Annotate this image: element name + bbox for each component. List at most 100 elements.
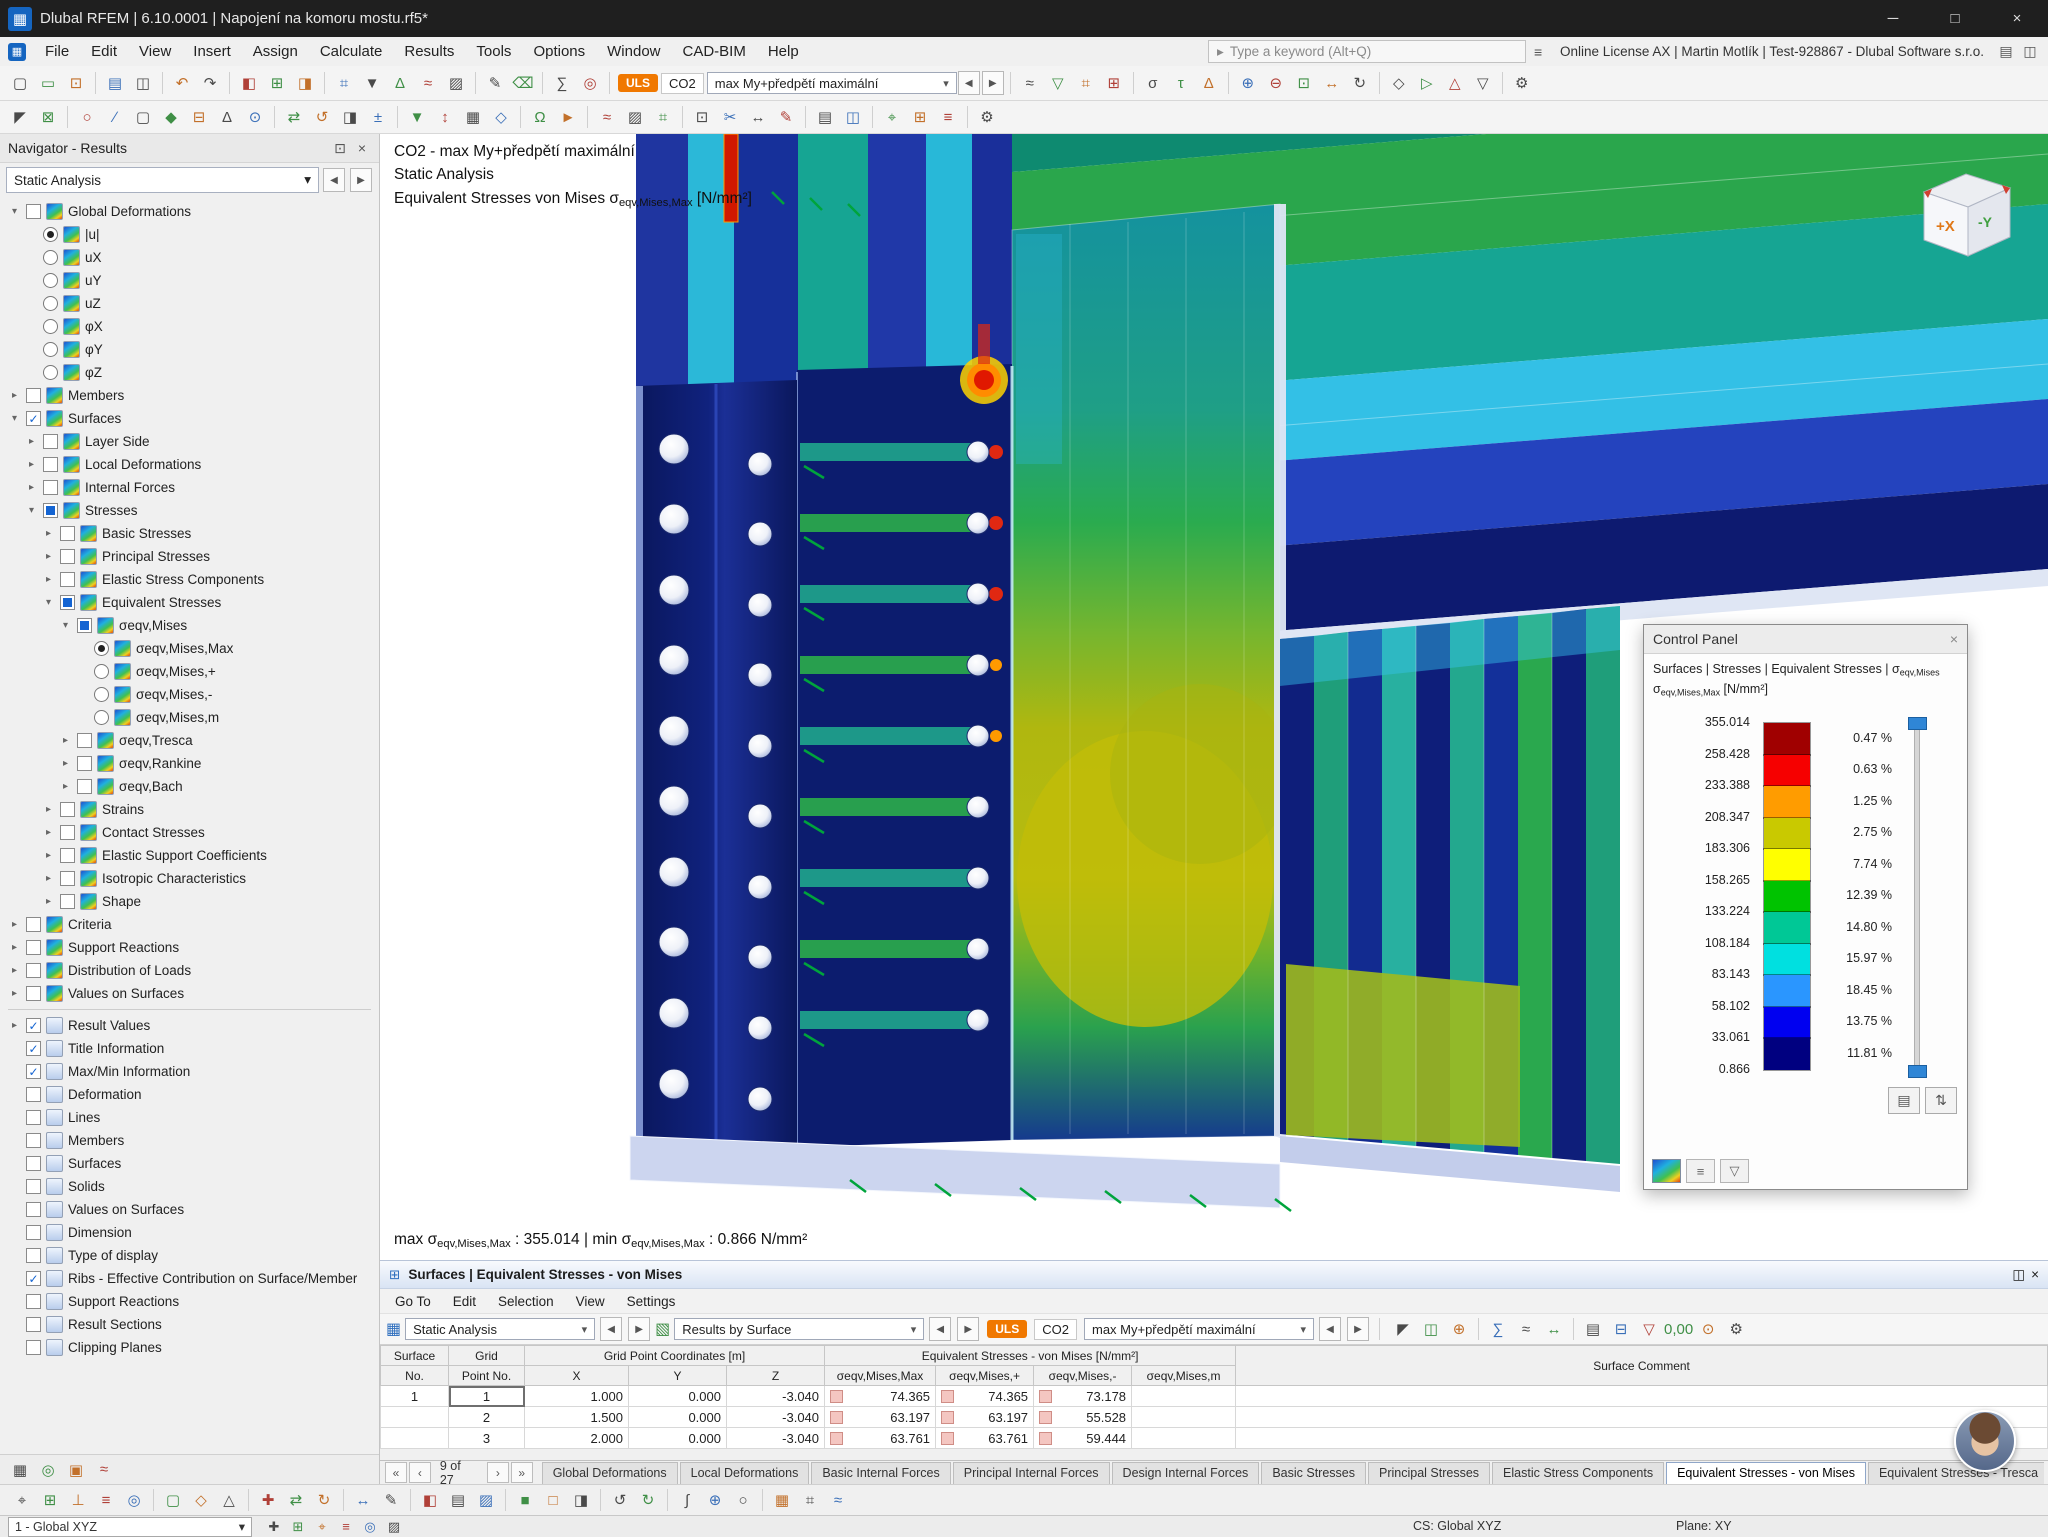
mesh-display[interactable]: ⌗ [797,1487,823,1513]
show-results-toggle[interactable]: ≈ [594,104,620,130]
cell-z[interactable]: -3.040 [727,1428,825,1449]
show-diagram[interactable]: ≈ [1513,1316,1539,1342]
col-surface[interactable]: Surface [381,1346,449,1366]
table-analysis-combobox[interactable]: Static Analysis▾ [405,1318,595,1340]
show-sums[interactable]: ∑ [1485,1316,1511,1342]
close-icon[interactable]: × [1950,631,1958,647]
result-tab-basic-stresses[interactable]: Basic Stresses [1261,1462,1366,1484]
show-results[interactable]: ≈ [1017,70,1043,96]
table-row[interactable]: 32.0000.000-3.04063.76163.76159.444 [381,1428,2048,1449]
expander-icon[interactable]: ▸ [59,735,72,746]
workplane-yz[interactable]: △ [216,1487,242,1513]
menubar-item-window[interactable]: Window [596,37,671,66]
tables-view[interactable]: ▤ [812,104,838,130]
rotate-object[interactable]: ↺ [309,104,335,130]
col-y[interactable]: Y [629,1366,727,1386]
edit-properties[interactable]: ✎ [482,70,508,96]
surface-load[interactable]: ▦ [460,104,486,130]
statusbar-origin[interactable]: ✚ [263,1517,285,1537]
result-tab-local-deformations[interactable]: Local Deformations [680,1462,810,1484]
prev-analysis-button[interactable]: ◀ [323,168,345,192]
expander-icon[interactable]: ▸ [8,1020,21,1031]
menubar-item-cad-bim[interactable]: CAD-BIM [672,37,757,66]
view-in-y[interactable]: △ [1442,70,1468,96]
tree-item[interactable]: φY [0,338,379,361]
menubar-item-results[interactable]: Results [393,37,465,66]
cell-y[interactable]: 0.000 [629,1407,727,1428]
mirror-object[interactable]: ◨ [337,104,363,130]
radio-button[interactable] [43,365,58,380]
table-menu-selection[interactable]: Selection [487,1294,565,1309]
cell-x[interactable]: 2.000 [525,1428,629,1449]
prev-mode-button[interactable]: ◀ [929,1317,951,1341]
view-redo[interactable]: ↻ [635,1487,661,1513]
table-menu-go-to[interactable]: Go To [384,1294,442,1309]
col-comment[interactable]: Surface Comment [1236,1346,2048,1386]
checkbox[interactable] [26,204,41,219]
print-graphic[interactable]: ▤ [102,70,128,96]
checkbox[interactable] [60,848,75,863]
view-in-z[interactable]: ▽ [1470,70,1496,96]
tree-item[interactable]: ▸Values on Surfaces [0,982,379,1005]
expander-icon[interactable]: ▸ [8,390,21,401]
info[interactable]: ○ [730,1487,756,1513]
tree-item[interactable]: ▾σeqv,Mises [0,614,379,637]
table-panel-titlebar[interactable]: ⊞ Surfaces | Equivalent Stresses - von M… [380,1261,2048,1289]
expander-icon[interactable]: ▸ [25,436,38,447]
ortho-toggle[interactable]: ⊥ [65,1487,91,1513]
tree-item[interactable]: φX [0,315,379,338]
cell-sminus[interactable]: 55.528 [1034,1407,1132,1428]
checkbox[interactable] [26,1110,41,1125]
checkbox[interactable] [26,1179,41,1194]
cell-z[interactable]: -3.040 [727,1386,825,1407]
result-tab-equivalent-stresses-von-mises[interactable]: Equivalent Stresses - von Mises [1666,1462,1866,1484]
object-snap-toggle[interactable]: ◎ [121,1487,147,1513]
save-model[interactable]: ⊡ [63,70,89,96]
cell-smax[interactable]: 63.761 [825,1428,936,1449]
col-surface-no[interactable]: No. [381,1366,449,1386]
next-analysis-button[interactable]: ▶ [628,1317,650,1341]
member-load[interactable]: ↕ [432,104,458,130]
dock-icon[interactable]: ◫ [2012,1267,2025,1283]
prev-combination-button[interactable]: ◀ [958,71,980,95]
table-menu-settings[interactable]: Settings [616,1294,687,1309]
checkbox[interactable] [60,572,75,587]
menubar-item-edit[interactable]: Edit [80,37,128,66]
nodal-load[interactable]: ▼ [404,104,430,130]
line-tool[interactable]: ∕ [102,104,128,130]
next-combination-button[interactable]: ▶ [982,71,1004,95]
minimize-button[interactable]: ─ [1862,0,1924,37]
grid-toggle[interactable]: ⊞ [37,1487,63,1513]
tree-item[interactable]: Support Reactions [0,1290,379,1313]
col-sm[interactable]: σeqv,Mises,m [1132,1366,1236,1386]
new-model[interactable]: ▢ [7,70,33,96]
supports-display-toggle[interactable]: Δ [387,70,413,96]
expander-icon[interactable]: ▸ [42,551,55,562]
scale-slider-track[interactable] [1914,723,1920,1072]
menubar-item-assign[interactable]: Assign [242,37,309,66]
cell-surface-no[interactable]: 1 [381,1386,449,1407]
render-shaded[interactable]: ◨ [568,1487,594,1513]
cell-point-no[interactable]: 1 [449,1386,525,1407]
checkbox[interactable] [77,779,92,794]
cell-y[interactable]: 0.000 [629,1428,727,1449]
tree-item[interactable]: ▸Strains [0,798,379,821]
delete-results[interactable]: ⌫ [510,70,536,96]
checkbox[interactable] [26,917,41,932]
tree-item[interactable]: ▾Global Deformations [0,200,379,223]
snap-toggle[interactable]: ⌖ [9,1487,35,1513]
tree-item[interactable]: Members [0,1129,379,1152]
statusbar-snap[interactable]: ⌖ [311,1517,333,1537]
checkbox[interactable] [26,1340,41,1355]
col-splus[interactable]: σeqv,Mises,+ [936,1366,1034,1386]
tree-item[interactable]: uY [0,269,379,292]
loads-display-toggle[interactable]: ▼ [359,70,385,96]
visibility-panel[interactable]: ◧ [417,1487,443,1513]
col-coordinates-group[interactable]: Grid Point Coordinates [m] [525,1346,825,1366]
tree-item[interactable]: ▸Layer Side [0,430,379,453]
radio-button[interactable] [43,273,58,288]
user-grid[interactable]: ▦ [769,1487,795,1513]
tree-item[interactable]: Title Information [0,1037,379,1060]
view-undo[interactable]: ↺ [607,1487,633,1513]
free-load[interactable]: ◇ [488,104,514,130]
